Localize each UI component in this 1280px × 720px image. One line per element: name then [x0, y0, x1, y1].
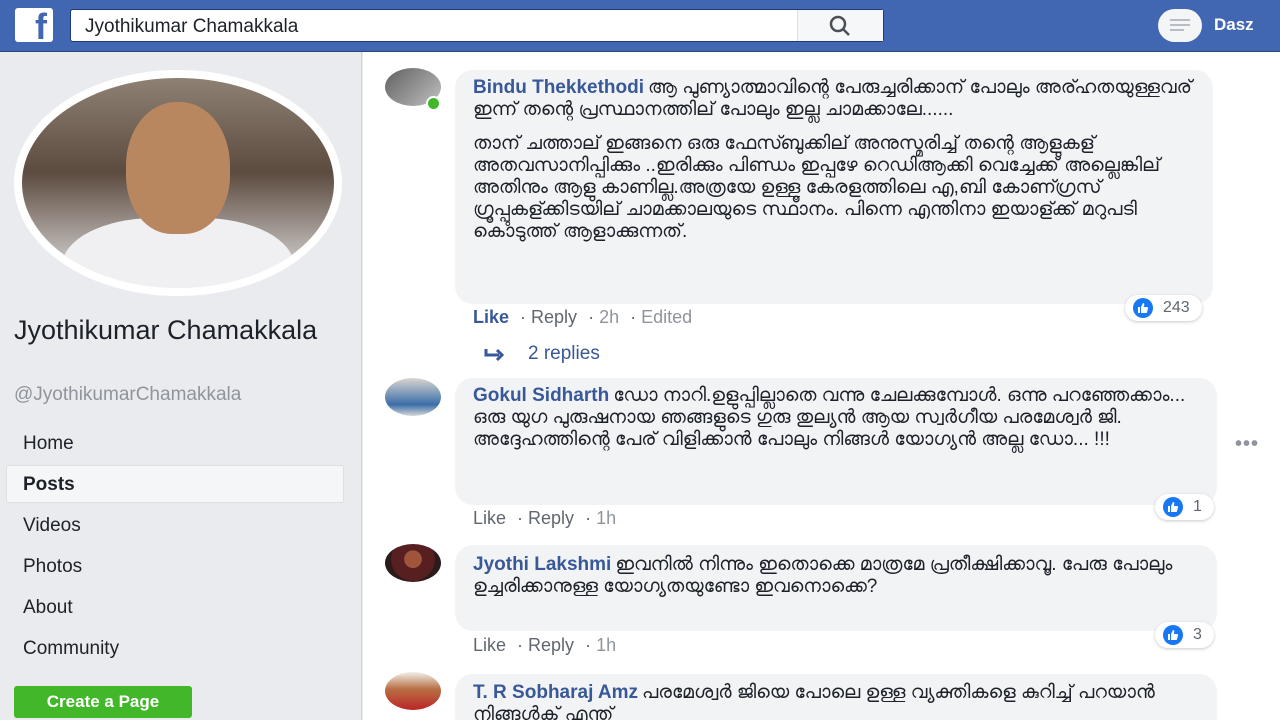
- comment-actions: Like · Reply · 2h · Edited: [473, 307, 693, 327]
- comment-bubble: Jyothi Lakshmi ഇവനിൽ നിന്നും ഇതൊക്കെ മാത്…: [455, 545, 1217, 631]
- search-box[interactable]: [70, 9, 884, 42]
- search-input[interactable]: [85, 16, 785, 38]
- like-reaction-icon: [1163, 625, 1183, 645]
- like-link[interactable]: Like: [473, 307, 509, 327]
- like-link[interactable]: Like: [473, 508, 506, 528]
- facebook-logo-icon[interactable]: f: [15, 8, 53, 45]
- like-link[interactable]: Like: [473, 635, 506, 655]
- comment-actions: Like · Reply · 1h: [473, 508, 617, 528]
- nav-posts[interactable]: Posts: [6, 465, 344, 503]
- comment-text: Bindu Thekkethodi ആ പുണ്യാത്മാവിന്റെ പേരു…: [473, 77, 1192, 120]
- commenter-avatar[interactable]: [385, 378, 441, 416]
- top-navigation-bar: f Dasz: [0, 0, 1280, 52]
- comment-text: താന് ചത്താല് ഇങ്ങനെ ഒരു ഫേസ്ബുക്കില് അനു…: [473, 133, 1161, 242]
- nav-community[interactable]: Community: [6, 629, 344, 667]
- create-page-button[interactable]: Create a Page: [14, 686, 192, 718]
- nav-videos[interactable]: Videos: [6, 506, 344, 544]
- view-replies-link[interactable]: 2 replies: [528, 343, 600, 365]
- reply-link[interactable]: Reply: [528, 635, 574, 655]
- comment-author[interactable]: Jyothi Lakshmi: [473, 554, 611, 575]
- search-icon: [829, 15, 850, 36]
- comment-bubble: Gokul Sidharth ഡോ നാറി.ഉളുപ്പില്ലാതെ വന്ന…: [455, 378, 1217, 505]
- comment-actions: Like · Reply · 1h: [473, 635, 617, 655]
- nav-photos[interactable]: Photos: [6, 547, 344, 585]
- comment-author[interactable]: Bindu Thekkethodi: [473, 77, 644, 98]
- profile-photo[interactable]: [14, 70, 342, 296]
- search-button[interactable]: [797, 10, 883, 41]
- user-avatar[interactable]: [1158, 9, 1202, 42]
- comment-text: Jyothi Lakshmi ഇവനിൽ നിന്നും ഇതൊക്കെ മാത്…: [473, 554, 1173, 597]
- reaction-count[interactable]: 1: [1155, 494, 1214, 520]
- profile-handle[interactable]: @JyothikumarChamakkala: [14, 384, 241, 406]
- user-name-link[interactable]: Dasz: [1214, 15, 1254, 35]
- comment-bubble: T. R Sobharaj Amz പരമേശ്വർ ജിയെ പോലെ ഉള്ള…: [455, 674, 1217, 720]
- reaction-count[interactable]: 243: [1125, 295, 1202, 321]
- comment-author[interactable]: Gokul Sidharth: [473, 385, 609, 406]
- nav-about[interactable]: About: [6, 588, 344, 626]
- comment-time[interactable]: 1h: [596, 508, 616, 528]
- page-navigation: Home Posts Videos Photos About Community: [6, 424, 344, 670]
- reply-link[interactable]: Reply: [531, 307, 577, 327]
- more-options-icon[interactable]: •••: [1235, 433, 1259, 456]
- like-reaction-icon: [1133, 298, 1153, 318]
- comment-bubble: Bindu Thekkethodi ആ പുണ്യാത്മാവിന്റെ പേരു…: [455, 70, 1213, 304]
- profile-name: Jyothikumar Chamakkala: [14, 315, 318, 345]
- comment-text: T. R Sobharaj Amz പരമേശ്വർ ജിയെ പോലെ ഉള്ള…: [473, 682, 1155, 720]
- nav-home[interactable]: Home: [6, 424, 344, 462]
- comment-time[interactable]: 2h: [599, 307, 619, 327]
- like-reaction-icon: [1163, 497, 1183, 517]
- comment-author[interactable]: T. R Sobharaj Amz: [473, 682, 638, 703]
- reaction-count[interactable]: 3: [1155, 622, 1214, 648]
- reply-arrow-icon: [484, 348, 505, 362]
- comment-time[interactable]: 1h: [596, 635, 616, 655]
- comments-section: Bindu Thekkethodi ആ പുണ്യാത്മാവിന്റെ പേരു…: [363, 52, 1280, 720]
- commenter-avatar[interactable]: [385, 544, 441, 582]
- commenter-avatar[interactable]: [385, 672, 441, 710]
- reply-link[interactable]: Reply: [528, 508, 574, 528]
- edited-label[interactable]: Edited: [641, 307, 692, 327]
- online-status-badge: [426, 96, 441, 111]
- comment-text: Gokul Sidharth ഡോ നാറി.ഉളുപ്പില്ലാതെ വന്ന…: [473, 385, 1186, 450]
- profile-sidebar: Jyothikumar Chamakkala @JyothikumarChama…: [0, 52, 362, 720]
